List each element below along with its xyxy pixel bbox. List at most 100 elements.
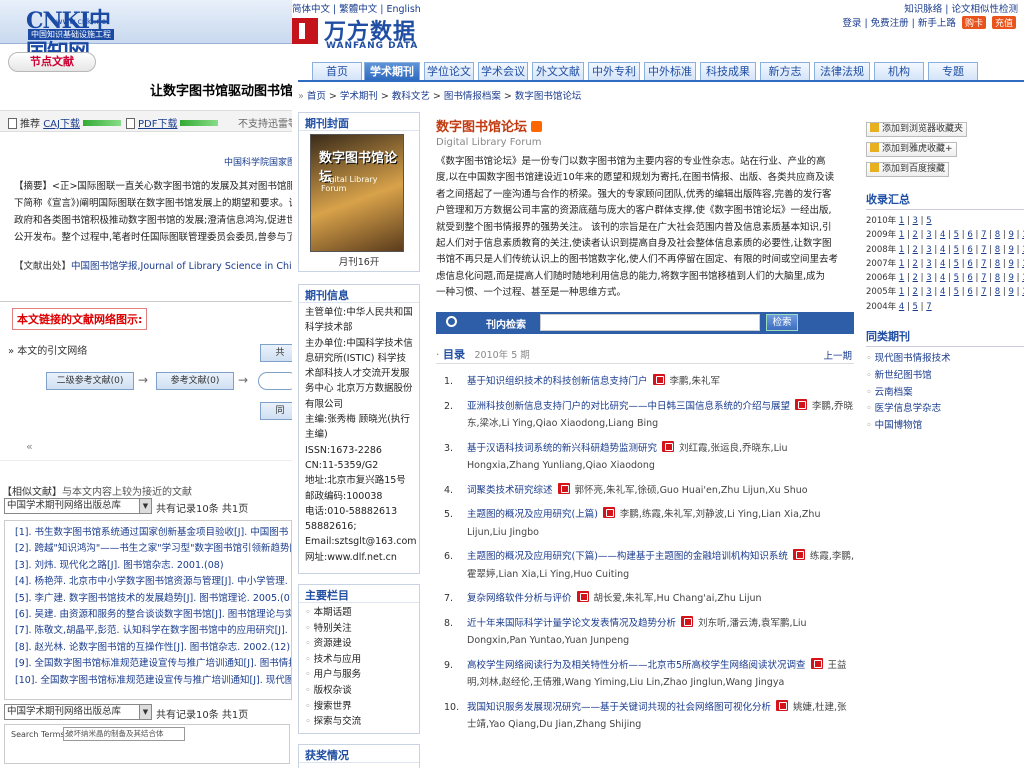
section-link[interactable]: 特别关注 <box>305 621 413 637</box>
issue-link[interactable]: 2 <box>913 259 918 269</box>
issue-link[interactable]: 3 <box>913 216 918 226</box>
issue-link[interactable]: 1 <box>899 216 904 226</box>
issue-link[interactable]: 6 <box>967 245 972 255</box>
center-node[interactable] <box>258 372 292 390</box>
secondary-reference-node[interactable]: 二级参考文献(0) <box>46 372 134 390</box>
issue-link[interactable]: 4 <box>940 259 945 269</box>
nav-tab[interactable]: 学位论文 <box>424 62 474 80</box>
pdf-icon[interactable] <box>576 591 589 602</box>
co-citation-node[interactable]: 共 <box>260 344 292 362</box>
issue-link[interactable]: 7 <box>981 245 986 255</box>
article-title-link[interactable]: 词聚类技术研究综述 <box>467 485 553 496</box>
issue-link[interactable]: 8 <box>995 245 1000 255</box>
nav-tab[interactable]: 专题 <box>928 62 978 80</box>
pdf-icon[interactable] <box>662 440 675 452</box>
breadcrumb-item[interactable]: 教科文艺 <box>392 91 430 102</box>
issue-link[interactable]: 9 <box>1008 287 1013 297</box>
article-title-link[interactable]: 主题图的概况及应用研究(下篇)——构建基于主题图的金融培训机构知识系统 <box>467 551 788 562</box>
issue-link[interactable]: 8 <box>995 287 1000 297</box>
pdf-icon[interactable] <box>792 549 805 560</box>
similar-item-link[interactable]: [7]. 陈敬文,胡晶平,彭范. 认知科学在数字图书馆中的应用研究[J]. 图书… <box>15 623 291 639</box>
issue-link[interactable]: 6 <box>967 230 972 240</box>
cnki-logo[interactable]: CNKI中国知网 www.cnki.net 中国知识基础设施工程 <box>26 3 130 66</box>
article-title-link[interactable]: 复杂网络软件分析与评价 <box>467 593 572 604</box>
pdf-icon[interactable] <box>776 699 789 711</box>
issue-link[interactable]: 2 <box>913 245 918 255</box>
breadcrumb-item[interactable]: 学术期刊 <box>340 91 378 102</box>
pdf-icon[interactable] <box>652 374 665 385</box>
chevron-down-icon[interactable]: ▼ <box>139 705 151 719</box>
add-favorite-button[interactable]: 添加到浏览器收藏夹 <box>866 122 968 137</box>
issue-link[interactable]: 6 <box>967 259 972 269</box>
nav-tab[interactable]: 机构 <box>874 62 924 80</box>
issue-link[interactable]: 5 <box>913 302 918 312</box>
pdf-icon[interactable] <box>557 482 570 494</box>
article-title-link[interactable]: 基于知识组织技术的科技创新信息支持门户 <box>467 376 648 387</box>
similar-item-link[interactable]: [8]. 赵光林. 论数字图书馆的互操作性[J]. 图书馆杂志. 2002.(1… <box>15 640 291 656</box>
nav-tab[interactable]: 学术期刊 <box>364 62 420 80</box>
issue-link[interactable]: 3 <box>926 273 931 283</box>
breadcrumb-item[interactable]: 数字图书馆论坛 <box>515 91 582 102</box>
breadcrumb-item[interactable]: 首页 <box>307 91 326 102</box>
issue-link[interactable]: 4 <box>940 287 945 297</box>
add-favorite-button[interactable]: 添加到百度搜藏 <box>866 162 950 177</box>
issue-link[interactable]: 1 <box>899 245 904 255</box>
article-title-link[interactable]: 近十年来国际科学计量学论文发表情况及趋势分析 <box>467 618 676 629</box>
nav-tab[interactable]: 中外标准 <box>644 62 696 80</box>
issue-link[interactable]: 3 <box>926 245 931 255</box>
issue-link[interactable]: 7 <box>981 287 986 297</box>
cnki-org-link[interactable]: 中国科学院国家图 <box>224 155 292 168</box>
issue-link[interactable]: 1 <box>899 273 904 283</box>
search-input[interactable] <box>540 314 760 331</box>
breadcrumb-item[interactable]: 图书情报档案 <box>444 91 501 102</box>
user-links-text[interactable]: 登录 | 免费注册 | 新手上路 <box>842 18 955 29</box>
search-button[interactable]: 检索 <box>766 314 798 331</box>
issue-link[interactable]: 4 <box>940 245 945 255</box>
article-title-link[interactable]: 主题图的概况及应用研究(上篇) <box>467 509 598 520</box>
top-links[interactable]: 知识脉络 | 论文相似性检测 <box>904 1 1018 15</box>
issue-link[interactable]: 2 <box>913 273 918 283</box>
same-journal-link[interactable]: 云南档案 <box>866 385 1024 402</box>
nav-tab[interactable]: 法律法规 <box>814 62 870 80</box>
section-link[interactable]: 探索与交流 <box>305 714 413 730</box>
issue-link[interactable]: 5 <box>954 259 959 269</box>
database-select[interactable]: 中国学术期刊网络出版总库 ▼ <box>4 498 152 514</box>
nav-tab[interactable]: 首页 <box>312 62 362 80</box>
issue-link[interactable]: 3 <box>926 287 931 297</box>
issue-link[interactable]: 3 <box>926 259 931 269</box>
issue-link[interactable]: 4 <box>899 302 904 312</box>
buy-card-button[interactable]: 购卡 <box>961 16 986 29</box>
journal-cover-image[interactable]: 数字图书馆论坛 Digital Library Forum <box>310 134 404 252</box>
section-link[interactable]: 本期话题 <box>305 605 413 621</box>
issue-link[interactable]: 8 <box>995 230 1000 240</box>
wanfang-logo[interactable]: 万方数据 WANFANG DATA <box>292 14 422 54</box>
issue-link[interactable]: 9 <box>1008 245 1013 255</box>
database-select-bottom[interactable]: 中国学术期刊网络出版总库 ▼ <box>4 704 152 720</box>
pdf-download[interactable]: PDF下载 <box>126 115 219 130</box>
similar-item-link[interactable]: [5]. 李广建. 数字图书馆技术的发展趋势[J]. 图书馆理论. 2005.(… <box>15 591 291 607</box>
article-title-link[interactable]: 我国知识服务发展现况研究——基于关键词共现的社会网络图可视化分析 <box>467 702 771 713</box>
nav-tab[interactable]: 外文文献 <box>532 62 584 80</box>
issue-link[interactable]: 5 <box>926 216 931 226</box>
language-links[interactable]: 简体中文 | 繁體中文 | English <box>292 1 421 15</box>
recharge-button[interactable]: 充值 <box>991 16 1016 29</box>
issue-link[interactable]: 1 <box>899 287 904 297</box>
section-link[interactable]: 技术与应用 <box>305 652 413 668</box>
section-link[interactable]: 版权杂谈 <box>305 683 413 699</box>
similar-item-link[interactable]: [10]. 全国数字图书馆标准规范建设宣传与推广培训通知[J]. 现代图书情报 <box>15 673 291 689</box>
caj-download-link[interactable]: CAJ下载 <box>43 119 80 130</box>
same-journal-link[interactable]: 医学信息学杂志 <box>866 401 1024 418</box>
node-literature-tab[interactable]: 节点文献 <box>8 52 96 72</box>
issue-link[interactable]: 9 <box>1008 259 1013 269</box>
issue-link[interactable]: 9 <box>1008 273 1013 283</box>
pdf-icon[interactable] <box>602 507 615 518</box>
issue-link[interactable]: 6 <box>967 273 972 283</box>
nav-tab[interactable]: 科技成果 <box>700 62 756 80</box>
similar-item-link[interactable]: [9]. 全国数字图书馆标准规范建设宣传与推广培训通知[J]. 图书情报工作 <box>15 656 291 672</box>
similar-item-link[interactable]: [6]. 吴建. 由资源和服务的整合谈谈数字图书馆[J]. 图书馆理论与实践 <box>15 607 291 623</box>
caj-download[interactable]: 推荐 CAJ下载 <box>8 115 121 130</box>
issue-link[interactable]: 7 <box>981 230 986 240</box>
issue-link[interactable]: 7 <box>926 302 931 312</box>
prev-issue-link[interactable]: 上一期 <box>823 348 852 362</box>
section-link[interactable]: 用户与服务 <box>305 667 413 683</box>
